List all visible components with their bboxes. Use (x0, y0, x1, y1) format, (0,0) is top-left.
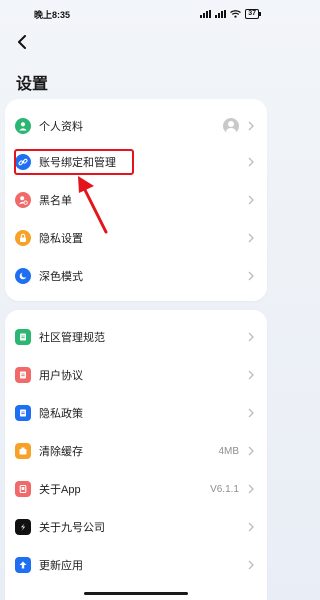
row-label: 关于九号公司 (39, 522, 105, 534)
row-label: 深色模式 (39, 271, 83, 283)
row-label: 清除缓存 (39, 446, 83, 458)
cache-icon (15, 443, 31, 459)
wifi-icon (230, 10, 242, 18)
row-label: 更新应用 (39, 560, 83, 572)
chevron-right-icon (247, 369, 255, 381)
avatar (223, 118, 239, 134)
cache-size: 4MB (218, 445, 239, 457)
row-label: 关于App (39, 484, 81, 496)
chevron-right-icon (247, 232, 255, 244)
chevron-right-icon (247, 120, 255, 132)
signal-icon (200, 10, 212, 18)
row-label: 社区管理规范 (39, 332, 105, 344)
row-about-company[interactable]: 关于九号公司 (5, 510, 267, 544)
row-dark-mode[interactable]: 深色模式 (5, 259, 267, 293)
status-icons: 37 (200, 9, 261, 19)
blocked-user-icon (15, 192, 31, 208)
page-title: 设置 (16, 76, 49, 93)
chevron-right-icon (247, 521, 255, 533)
app-icon (15, 481, 31, 497)
chevron-right-icon (247, 331, 255, 343)
chevron-right-icon (247, 194, 255, 206)
row-blacklist[interactable]: 黑名单 (5, 183, 267, 217)
brand-icon (15, 519, 31, 535)
chevron-right-icon (247, 483, 255, 495)
settings-card-general: 社区管理规范 用户协议 隐私政策 清除缓存 4MB 关于App V6.1.1 关… (5, 310, 267, 600)
user-icon (15, 118, 31, 134)
chevron-right-icon (247, 270, 255, 282)
chevron-right-icon (247, 445, 255, 457)
app-version: V6.1.1 (210, 483, 239, 495)
row-label: 用户协议 (39, 370, 83, 382)
back-arrow-icon (18, 35, 26, 49)
row-update-app[interactable]: 更新应用 (5, 548, 267, 582)
back-button[interactable] (10, 30, 34, 54)
document-icon (15, 367, 31, 383)
chevron-right-icon (247, 559, 255, 571)
row-about-app[interactable]: 关于App V6.1.1 (5, 472, 267, 506)
chevron-right-icon (247, 156, 255, 168)
highlight-box (14, 149, 134, 175)
signal2-icon (215, 10, 227, 18)
row-label: 个人资料 (39, 121, 83, 133)
row-privacy-settings[interactable]: 隐私设置 (5, 221, 267, 255)
row-user-agreement[interactable]: 用户协议 (5, 358, 267, 392)
lock-icon (15, 230, 31, 246)
update-icon (15, 557, 31, 573)
row-community-rules[interactable]: 社区管理规范 (5, 320, 267, 354)
status-time: 晚上8:35 (34, 9, 71, 20)
settings-card-account: 个人资料 账号绑定和管理 黑名单 隐私设置 深色模式 (5, 99, 267, 301)
document-icon (15, 405, 31, 421)
battery-icon: 37 (245, 9, 261, 19)
row-label: 隐私政策 (39, 408, 83, 420)
chevron-right-icon (247, 407, 255, 419)
annotation-arrow-icon (78, 176, 108, 234)
row-clear-cache[interactable]: 清除缓存 4MB (5, 434, 267, 468)
row-profile[interactable]: 个人资料 (5, 109, 267, 143)
moon-icon (15, 268, 31, 284)
status-bar: 晚上8:35 37 (0, 0, 273, 28)
document-icon (15, 329, 31, 345)
row-privacy-policy[interactable]: 隐私政策 (5, 396, 267, 430)
home-indicator (84, 592, 188, 595)
